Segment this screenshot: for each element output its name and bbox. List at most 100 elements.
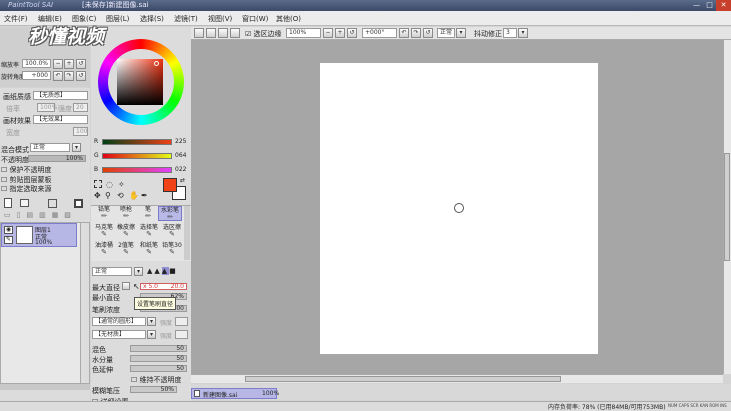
rotate-tool-icon[interactable]: ⟲ [117,191,124,200]
stabilizer-dropdown[interactable]: ▾ [518,28,528,38]
swap-colors-icon[interactable]: ⇄ [180,177,185,184]
rotate-right-button[interactable]: ↷ [64,71,74,81]
shape-strength-field[interactable] [175,317,188,326]
foreground-color-swatch[interactable] [163,178,177,192]
paper-effect-select[interactable]: 【无效果】 [33,115,88,124]
layer-row[interactable]: ◉ ✎ 图层1 正常 100% [1,223,77,247]
width-field[interactable]: 100 [73,127,88,136]
select-edge-check[interactable]: ☑ 选区边缘 [245,29,282,39]
brush-texture-select[interactable]: 【无材质】 [92,330,146,339]
brush-texture-dropdown[interactable]: ▾ [147,330,156,339]
blend-mode-select[interactable]: 正常 [30,143,70,152]
toolbar-zoom-reset[interactable]: ↺ [347,28,357,38]
menu-view[interactable]: 视图(V) [208,14,232,24]
brush-shape-select[interactable]: 【通常的圆形】 [92,317,146,326]
rotate-reset-button[interactable]: ↺ [76,71,86,81]
menu-layer[interactable]: 图层(L) [106,14,129,24]
brush-mode-select[interactable]: 正常 [92,267,132,276]
zoom-tool-icon[interactable]: ⚲ [105,191,111,200]
blend-mode-dropdown[interactable]: ▾ [72,143,81,152]
toolbar-mode-select[interactable]: 正常 [437,28,455,38]
rotate-left-button[interactable]: ↶ [53,71,63,81]
blue-slider[interactable] [102,167,172,173]
zoom-in-button[interactable]: + [64,59,74,69]
blur-pressure-label: 模糊笔压 [92,387,120,395]
minimize-button[interactable]: — [690,0,703,11]
keep-opacity-check[interactable]: ☐ 维持不透明度 [131,375,182,385]
app-logo: PaintTool SAI [8,1,54,9]
magic-wand-icon[interactable]: ✧ [118,180,125,189]
toolbar-button-3[interactable] [218,28,228,38]
menu-other[interactable]: 其他(O) [276,14,301,24]
toolbar-zoom-out[interactable]: − [323,28,333,38]
green-slider[interactable] [102,153,172,159]
menu-file[interactable]: 文件(F) [4,14,28,24]
brush-mode-dropdown[interactable]: ▾ [134,267,143,276]
paper-texture-select[interactable]: 【无质感】 [33,91,88,100]
toolbar-rotate-right[interactable]: ↷ [411,28,421,38]
maximize-button[interactable]: □ [703,0,716,11]
tool-select-eraser[interactable]: 选区擦 ✎ [159,224,185,239]
tool-pencil30[interactable]: 铅笔30 ✎ [159,242,185,257]
toolbar-zoom-field[interactable]: 100% [286,28,321,38]
size-preset-button[interactable] [122,282,130,290]
marquee-select-icon[interactable] [94,180,102,188]
brush-shape-presets[interactable]: ▲▲▲■ [147,267,189,276]
zoom-field[interactable]: 100.0% [22,59,51,68]
paper-texture-label: 画纸质感 [3,93,31,101]
layer-settings-icon[interactable] [48,199,57,208]
red-slider[interactable] [102,139,172,145]
menu-filter[interactable]: 滤镜(T) [174,14,198,24]
blend-slider[interactable]: 50 [130,345,187,352]
new-folder-icon[interactable] [20,199,29,207]
document-tab[interactable]: 新建图像.sai 100% [191,388,279,399]
tooltip: 设置笔刷直径 [134,297,177,310]
layer-opacity-slider[interactable]: 100% [28,155,86,162]
layer-hscroll[interactable] [0,384,90,390]
min-size-label: 最小直径 [92,294,120,302]
scale-field[interactable]: 100% [37,103,57,112]
layer-thumbnail [16,226,33,244]
toolbar-rotate-left[interactable]: ↶ [399,28,409,38]
pen-lock-icon[interactable]: ✎ [4,236,13,244]
toolbar-rotate-reset[interactable]: ↺ [423,28,433,38]
zoom-reset-button[interactable]: ↺ [76,59,86,69]
menu-select[interactable]: 选择(S) [140,14,164,24]
toolbar-zoom-in[interactable]: + [335,28,345,38]
tool-grid-scrollbar[interactable] [184,206,190,260]
toolbar-button-4[interactable] [230,28,240,38]
lasso-select-icon[interactable]: ◌ [106,180,113,189]
intensity-field[interactable]: 20 [73,103,88,112]
layer-mask-icon[interactable] [74,199,83,208]
angle-field[interactable]: +000 [22,71,51,80]
horizontal-scroll-thumb[interactable] [245,376,561,382]
menu-window[interactable]: 窗口(W) [242,14,268,24]
move-icon[interactable]: ✥ [94,191,101,200]
max-size-slider[interactable]: x 5.0 20.0 [140,283,187,290]
eyedropper-icon[interactable]: ✒ [141,191,148,200]
tab-name: 新建图像.sai [203,392,238,399]
blur-pressure-slider[interactable]: 50% [130,386,177,393]
toolbar-mode-dropdown[interactable]: ▾ [456,28,466,38]
toolbar-angle-field[interactable]: +000° [362,28,397,38]
protect-opacity-check[interactable]: ☐ 保护不透明度 [1,165,52,175]
water-slider[interactable]: 50 [130,355,187,362]
layer-scrollbar[interactable] [80,223,89,383]
brush-shape-dropdown[interactable]: ▾ [147,317,156,326]
layer-action-icons: ▭▯▤▥▦▧ [4,211,77,219]
close-button[interactable]: ✕ [716,0,731,11]
selection-source-check[interactable]: ☐ 指定选取来源 [1,184,52,194]
zoom-out-button[interactable]: − [53,59,63,69]
hand-tool-icon[interactable]: ✋ [129,191,139,200]
stabilizer-select[interactable]: 3 [503,28,517,38]
blue-value: 022 [175,166,187,173]
toolbar-button-1[interactable] [194,28,204,38]
visibility-eye-icon[interactable]: ◉ [4,226,13,234]
toolbar-button-2[interactable] [206,28,216,38]
color-stretch-slider[interactable]: 50 [130,365,187,372]
texture-strength-field[interactable] [175,330,188,339]
new-layer-icon[interactable] [4,198,12,208]
max-size-label: 最大直径 [92,284,120,292]
vertical-scroll-thumb[interactable] [724,153,730,261]
tool-watercolor[interactable]: 水彩笔 ✏ [158,206,182,221]
